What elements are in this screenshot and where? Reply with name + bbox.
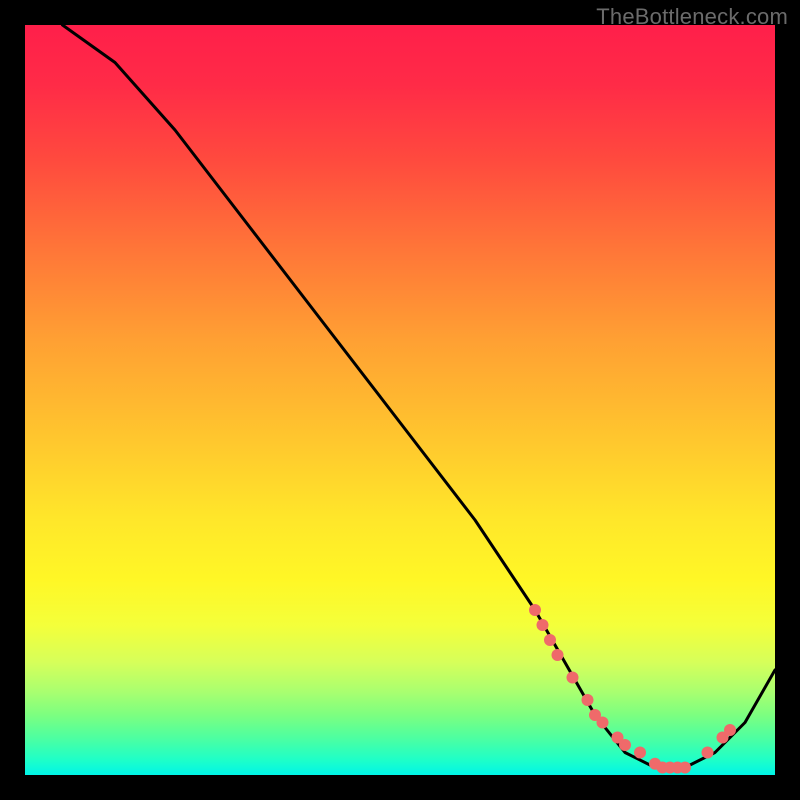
highlight-point: [552, 649, 564, 661]
chart-svg: [25, 25, 775, 775]
plot-area: [25, 25, 775, 775]
highlight-point: [544, 634, 556, 646]
highlight-point: [597, 717, 609, 729]
highlight-point: [679, 762, 691, 774]
highlight-point: [537, 619, 549, 631]
highlight-point: [619, 739, 631, 751]
highlight-point: [702, 747, 714, 759]
bottleneck-curve-path: [63, 25, 776, 768]
highlight-point: [529, 604, 541, 616]
chart-frame: TheBottleneck.com: [0, 0, 800, 800]
highlight-point: [724, 724, 736, 736]
marker-layer: [529, 604, 736, 774]
watermark-text: TheBottleneck.com: [596, 4, 788, 30]
highlight-point: [582, 694, 594, 706]
curve-layer: [63, 25, 776, 768]
highlight-point: [567, 672, 579, 684]
highlight-point: [634, 747, 646, 759]
